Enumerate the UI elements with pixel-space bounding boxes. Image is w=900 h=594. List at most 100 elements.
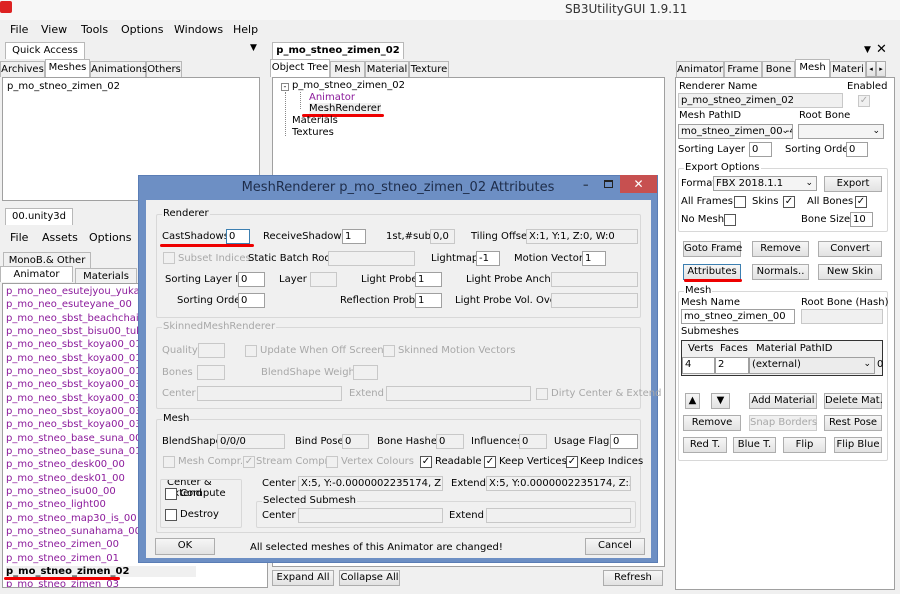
tab-material[interactable]: Material — [365, 61, 409, 77]
list-item[interactable]: p_mo_neo_sbst_koya00_036 — [6, 419, 148, 430]
flip-button[interactable]: Flip — [783, 437, 826, 453]
readable-checkbox[interactable]: ✓ — [420, 456, 432, 468]
receive-shadows-field[interactable]: 1 — [342, 229, 366, 244]
list-item[interactable]: p_mo_neo_esuteyane_00 — [6, 299, 132, 310]
column-header[interactable]: Faces — [720, 343, 748, 354]
tree-node-meshrenderer[interactable]: MeshRenderer — [309, 103, 381, 114]
extend-field[interactable]: X:5, Y:0.0000002235174, Z:5 — [486, 476, 631, 491]
goto-frame-button[interactable]: Goto Frame — [683, 241, 742, 257]
tab-archives[interactable]: Archives — [0, 61, 45, 77]
list-item[interactable]: p_mo_neo_sbst_bisu00_tukue — [6, 326, 154, 337]
faces-cell[interactable]: 2 — [715, 357, 749, 374]
tab-mesh[interactable]: Mesh — [795, 59, 830, 77]
usage-flags-field[interactable]: 0 — [610, 434, 638, 449]
tab-unity3d[interactable]: 00.unity3d — [5, 208, 73, 225]
enabled-checkbox[interactable]: ✓ — [858, 95, 870, 107]
list-item[interactable]: p_mo_neo_sbst_koya00_014 — [6, 366, 148, 377]
dropdown-arrow-icon[interactable]: ▼ — [864, 45, 871, 55]
sorting-order-field[interactable]: 0 — [846, 142, 868, 157]
list-item[interactable]: p_mo_stneo_base_suna_01 — [6, 446, 142, 457]
compute-checkbox[interactable] — [165, 488, 177, 500]
menu-tools[interactable]: Tools — [81, 23, 108, 36]
list-item[interactable]: p_mo_stneo_map30_is_00 — [6, 513, 137, 524]
minimize-button[interactable]: – — [583, 178, 589, 191]
list-item[interactable]: p_mo_stneo_zimen_02 — [7, 81, 120, 92]
static-batch-root-field[interactable] — [328, 251, 415, 266]
menu-windows[interactable]: Windows — [174, 23, 223, 36]
sorting-layer-field[interactable]: 0 — [749, 142, 772, 157]
dialog-close-button[interactable]: ✕ — [620, 175, 657, 193]
snap-borders-button[interactable]: Snap Borders — [749, 415, 817, 431]
menu-view[interactable]: View — [41, 23, 67, 36]
blendshape-field[interactable]: 0/0/0 — [217, 434, 285, 449]
motion-vectors-field[interactable]: 1 — [582, 251, 606, 266]
submesh-extend-field[interactable] — [486, 508, 631, 523]
menu-assets[interactable]: Assets — [42, 231, 78, 244]
tab-texture[interactable]: Texture — [409, 61, 449, 77]
submesh-center-field[interactable] — [298, 508, 443, 523]
skinned-motion-vectors-checkbox[interactable] — [383, 345, 395, 357]
tab-animator[interactable]: Animator — [676, 61, 724, 77]
destroy-checkbox[interactable] — [165, 509, 177, 521]
first-sub-field[interactable]: 0,0 — [430, 229, 455, 244]
menu-help[interactable]: Help — [233, 23, 258, 36]
tab-meshes[interactable]: Meshes — [45, 59, 90, 77]
all-frames-checkbox[interactable] — [734, 196, 746, 208]
mesh-compr-checkbox[interactable] — [163, 456, 175, 468]
close-icon[interactable]: ✕ — [876, 42, 887, 57]
column-header[interactable]: Material PathID — [756, 343, 832, 354]
bind-pose-field[interactable]: 0 — [342, 434, 369, 449]
list-item[interactable]: p_mo_neo_sbst_koya00_011 — [6, 339, 148, 350]
verts-cell[interactable]: 4 — [682, 357, 715, 374]
sorting-order-field[interactable]: 0 — [238, 293, 265, 308]
red-t-button[interactable]: Red T. — [683, 437, 727, 453]
menu-options[interactable]: Options — [121, 23, 163, 36]
skinned-center-field[interactable] — [197, 386, 342, 401]
menu-file[interactable]: File — [10, 23, 28, 36]
list-item[interactable]: p_mo_stneo_desk01_00 — [6, 473, 125, 484]
new-skin-button[interactable]: New Skin — [818, 264, 882, 280]
light-probe-field[interactable]: 1 — [415, 272, 442, 287]
move-down-button[interactable]: ▼ — [711, 393, 730, 409]
tab-animations[interactable]: Animations — [90, 61, 147, 77]
expand-all-button[interactable]: Expand All — [272, 570, 334, 586]
normals-button[interactable]: Normals.. — [752, 264, 809, 280]
tree-node-animator[interactable]: Animator — [309, 92, 355, 103]
list-item[interactable]: p_mo_neo_sbst_koya00_034 — [6, 393, 148, 404]
dirty-center-extend-checkbox[interactable] — [536, 388, 548, 400]
renderer-name-field[interactable]: p_mo_stneo_zimen_02 — [678, 93, 843, 108]
list-item[interactable]: p_mo_stneo_desk00_00 — [6, 459, 125, 470]
cancel-button[interactable]: Cancel — [585, 538, 645, 555]
blue-t-button[interactable]: Blue T. — [733, 437, 776, 453]
bone-hashes-field[interactable]: 0 — [436, 434, 464, 449]
convert-button[interactable]: Convert — [818, 241, 882, 257]
list-item[interactable]: p_mo_stneo_sunahama_00 — [6, 526, 141, 537]
all-bones-checkbox[interactable]: ✓ — [855, 196, 867, 208]
menu-options[interactable]: Options — [89, 231, 131, 244]
list-item[interactable]: p_mo_neo_sbst_koya00_035 — [6, 406, 148, 417]
tab-quick-access[interactable]: Quick Access — [5, 42, 85, 59]
material-pathid-select[interactable]: (external) ⌄ — [749, 357, 875, 374]
influences-field[interactable]: 0 — [519, 434, 547, 449]
list-item[interactable]: p_mo_stneo_zimen_00 — [6, 539, 119, 550]
update-off-screen-checkbox[interactable] — [245, 345, 257, 357]
list-item[interactable]: p_mo_neo_sbst_koya00_031 — [6, 379, 148, 390]
refresh-button[interactable]: Refresh — [603, 570, 663, 586]
flip-blue-button[interactable]: Flip Blue — [834, 437, 882, 453]
tab-mesh-file[interactable]: p_mo_stneo_zimen_02 — [272, 42, 404, 59]
tab-scroll-right[interactable]: ▸ — [876, 61, 886, 77]
mesh-pathid-select[interactable]: mo_stneo_zimen_00 -4 ⌄ — [678, 124, 793, 139]
remove-submesh-button[interactable]: Remove — [683, 415, 741, 431]
light-probe-anchor-field[interactable] — [551, 272, 638, 287]
tab-bone[interactable]: Bone — [762, 61, 795, 77]
stream-compr-checkbox[interactable]: ✓ — [243, 456, 255, 468]
no-mesh-checkbox[interactable] — [724, 214, 736, 226]
tab-others[interactable]: Others — [146, 61, 182, 77]
list-item[interactable]: p_mo_stneo_zimen_03 — [6, 579, 119, 587]
blendshape-weights-field[interactable] — [353, 365, 378, 380]
root-bone-hash-field[interactable] — [801, 309, 883, 324]
list-item[interactable]: p_mo_stneo_zimen_02 — [6, 565, 196, 577]
mesh-name-field[interactable]: mo_stneo_zimen_00 — [681, 309, 795, 324]
layer-field[interactable] — [310, 272, 337, 287]
bone-size-field[interactable]: 10 — [850, 212, 873, 227]
